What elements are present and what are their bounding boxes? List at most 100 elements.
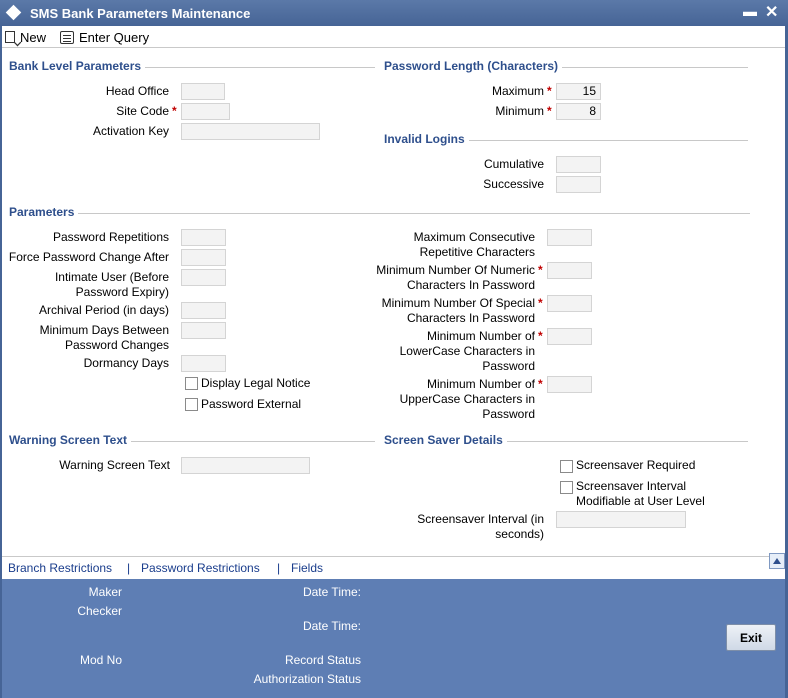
successive-label: Successive xyxy=(483,177,544,191)
link-separator: | xyxy=(127,561,131,575)
min-upper-label-line2: UpperCase Characters in xyxy=(399,392,535,406)
force-password-change-label: Force Password Change After xyxy=(8,250,169,264)
min-lower-label-line1: Minimum Number of xyxy=(426,329,535,343)
minimum-required-marker: * xyxy=(547,104,552,118)
max-consecutive-label-line1: Maximum Consecutive xyxy=(413,230,535,244)
screensaver-modifiable-checkbox[interactable] xyxy=(560,481,573,494)
site-code-field[interactable] xyxy=(181,103,230,120)
checker-label: Checker xyxy=(77,604,122,618)
authorization-status-label: Authorization Status xyxy=(253,672,361,686)
screensaver-modifiable-label-line2: Modifiable at User Level xyxy=(576,494,705,508)
min-lower-label-line2: LowerCase Characters in xyxy=(399,344,535,358)
maximum-length-field[interactable]: 15 xyxy=(556,83,601,100)
parameters-separator xyxy=(9,213,750,214)
min-special-label-line1: Minimum Number Of Special xyxy=(381,296,535,310)
minimum-length-field[interactable]: 8 xyxy=(556,103,601,120)
head-office-field[interactable] xyxy=(181,83,225,100)
head-office-label: Head Office xyxy=(105,84,169,98)
password-external-label: Password External xyxy=(201,397,302,411)
screensaver-interval-label-line2: seconds) xyxy=(495,527,544,541)
maximum-required-marker: * xyxy=(547,84,552,98)
min-numeric-required-marker: * xyxy=(538,263,543,277)
password-restrictions-link[interactable]: Password Restrictions xyxy=(141,561,260,575)
site-code-label: Site Code xyxy=(116,104,169,118)
min-special-required-marker: * xyxy=(538,296,543,310)
fields-link[interactable]: Fields xyxy=(291,561,323,575)
min-numeric-label-line1: Minimum Number Of Numeric xyxy=(376,263,535,277)
branch-restrictions-link[interactable]: Branch Restrictions xyxy=(8,561,112,575)
screensaver-required-label: Screensaver Required xyxy=(576,458,696,472)
min-numeric-field[interactable] xyxy=(547,262,592,279)
min-upper-label-line1: Minimum Number of xyxy=(426,377,535,391)
activation-key-field[interactable] xyxy=(181,123,320,140)
screensaver-modifiable-label-line1: Screensaver Interval xyxy=(576,479,687,493)
min-upper-label-line3: Password xyxy=(482,407,535,421)
invalid-logins-section-title: Invalid Logins xyxy=(384,132,469,146)
screen-saver-section-title: Screen Saver Details xyxy=(384,433,507,447)
dormancy-days-label: Dormancy Days xyxy=(83,356,169,370)
intimate-user-field[interactable] xyxy=(181,269,226,286)
min-numeric-label-line2: Characters In Password xyxy=(406,278,535,292)
password-repetitions-label: Password Repetitions xyxy=(52,230,169,244)
bank-level-section-title: Bank Level Parameters xyxy=(9,59,146,73)
max-consecutive-label-line2: Repetitive Characters xyxy=(419,245,535,259)
min-upper-field[interactable] xyxy=(547,376,592,393)
intimate-user-label-line2: Password Expiry) xyxy=(75,285,169,299)
close-icon[interactable]: ✕ xyxy=(765,2,781,21)
archival-period-label: Archival Period (in days) xyxy=(38,303,169,317)
mod-no-label: Mod No xyxy=(79,653,122,667)
exit-button[interactable]: Exit xyxy=(726,624,776,651)
screensaver-interval-field[interactable] xyxy=(556,511,686,528)
app-logo-icon xyxy=(5,4,22,21)
minimize-icon[interactable]: ▬ xyxy=(743,3,759,21)
new-button[interactable]: New xyxy=(5,28,46,46)
maker-label: Maker xyxy=(88,585,122,599)
toolbar: New Enter Query xyxy=(2,26,785,48)
min-days-between-label-line1: Minimum Days Between xyxy=(39,323,169,337)
min-days-between-label-line2: Password Changes xyxy=(64,338,169,352)
min-lower-required-marker: * xyxy=(538,329,543,343)
scroll-up-icon[interactable] xyxy=(769,553,785,569)
force-password-change-field[interactable] xyxy=(181,249,226,266)
screensaver-required-checkbox[interactable] xyxy=(560,460,573,473)
maker-date-time-label: Date Time: xyxy=(302,585,361,599)
min-lower-field[interactable] xyxy=(547,328,592,345)
enter-query-button[interactable]: Enter Query xyxy=(60,28,149,46)
intimate-user-label-line1: Intimate User (Before xyxy=(54,270,169,284)
window-titlebar: SMS Bank Parameters Maintenance ▬ ✕ xyxy=(0,0,788,26)
minimum-label: Minimum xyxy=(495,104,544,118)
screensaver-interval-label-line1: Screensaver Interval (in xyxy=(417,512,544,526)
enter-query-icon xyxy=(60,30,74,44)
min-lower-label-line3: Password xyxy=(482,359,535,373)
new-button-label: New xyxy=(20,29,47,45)
cumulative-label: Cumulative xyxy=(483,157,544,171)
successive-field[interactable] xyxy=(556,176,601,193)
checker-date-time-label: Date Time: xyxy=(302,619,361,633)
warning-screen-section-title: Warning Screen Text xyxy=(9,433,132,447)
activation-key-label: Activation Key xyxy=(92,124,169,138)
password-length-section-title: Password Length (Characters) xyxy=(384,59,563,73)
min-special-label-line2: Characters In Password xyxy=(406,311,535,325)
min-special-field[interactable] xyxy=(547,295,592,312)
warning-screen-text-label: Warning Screen Text xyxy=(59,458,170,472)
new-document-icon xyxy=(5,31,15,43)
dormancy-days-field[interactable] xyxy=(181,355,226,372)
enter-query-button-label: Enter Query xyxy=(79,29,150,45)
display-legal-notice-label: Display Legal Notice xyxy=(201,376,311,390)
site-code-required-marker: * xyxy=(172,104,177,118)
warning-screen-text-field[interactable] xyxy=(181,457,310,474)
record-status-label: Record Status xyxy=(284,653,361,667)
cumulative-field[interactable] xyxy=(556,156,601,173)
min-upper-required-marker: * xyxy=(538,377,543,391)
window-title: SMS Bank Parameters Maintenance xyxy=(30,6,251,21)
link-separator: | xyxy=(277,561,281,575)
password-external-checkbox[interactable] xyxy=(185,398,198,411)
archival-period-field[interactable] xyxy=(181,302,226,319)
max-consecutive-field[interactable] xyxy=(547,229,592,246)
password-repetitions-field[interactable] xyxy=(181,229,226,246)
subsystem-links-bar: Branch Restrictions | Password Restricti… xyxy=(2,556,785,578)
parameters-section-title: Parameters xyxy=(9,205,79,219)
maximum-label: Maximum xyxy=(491,84,544,98)
min-days-between-field[interactable] xyxy=(181,322,226,339)
display-legal-notice-checkbox[interactable] xyxy=(185,377,198,390)
